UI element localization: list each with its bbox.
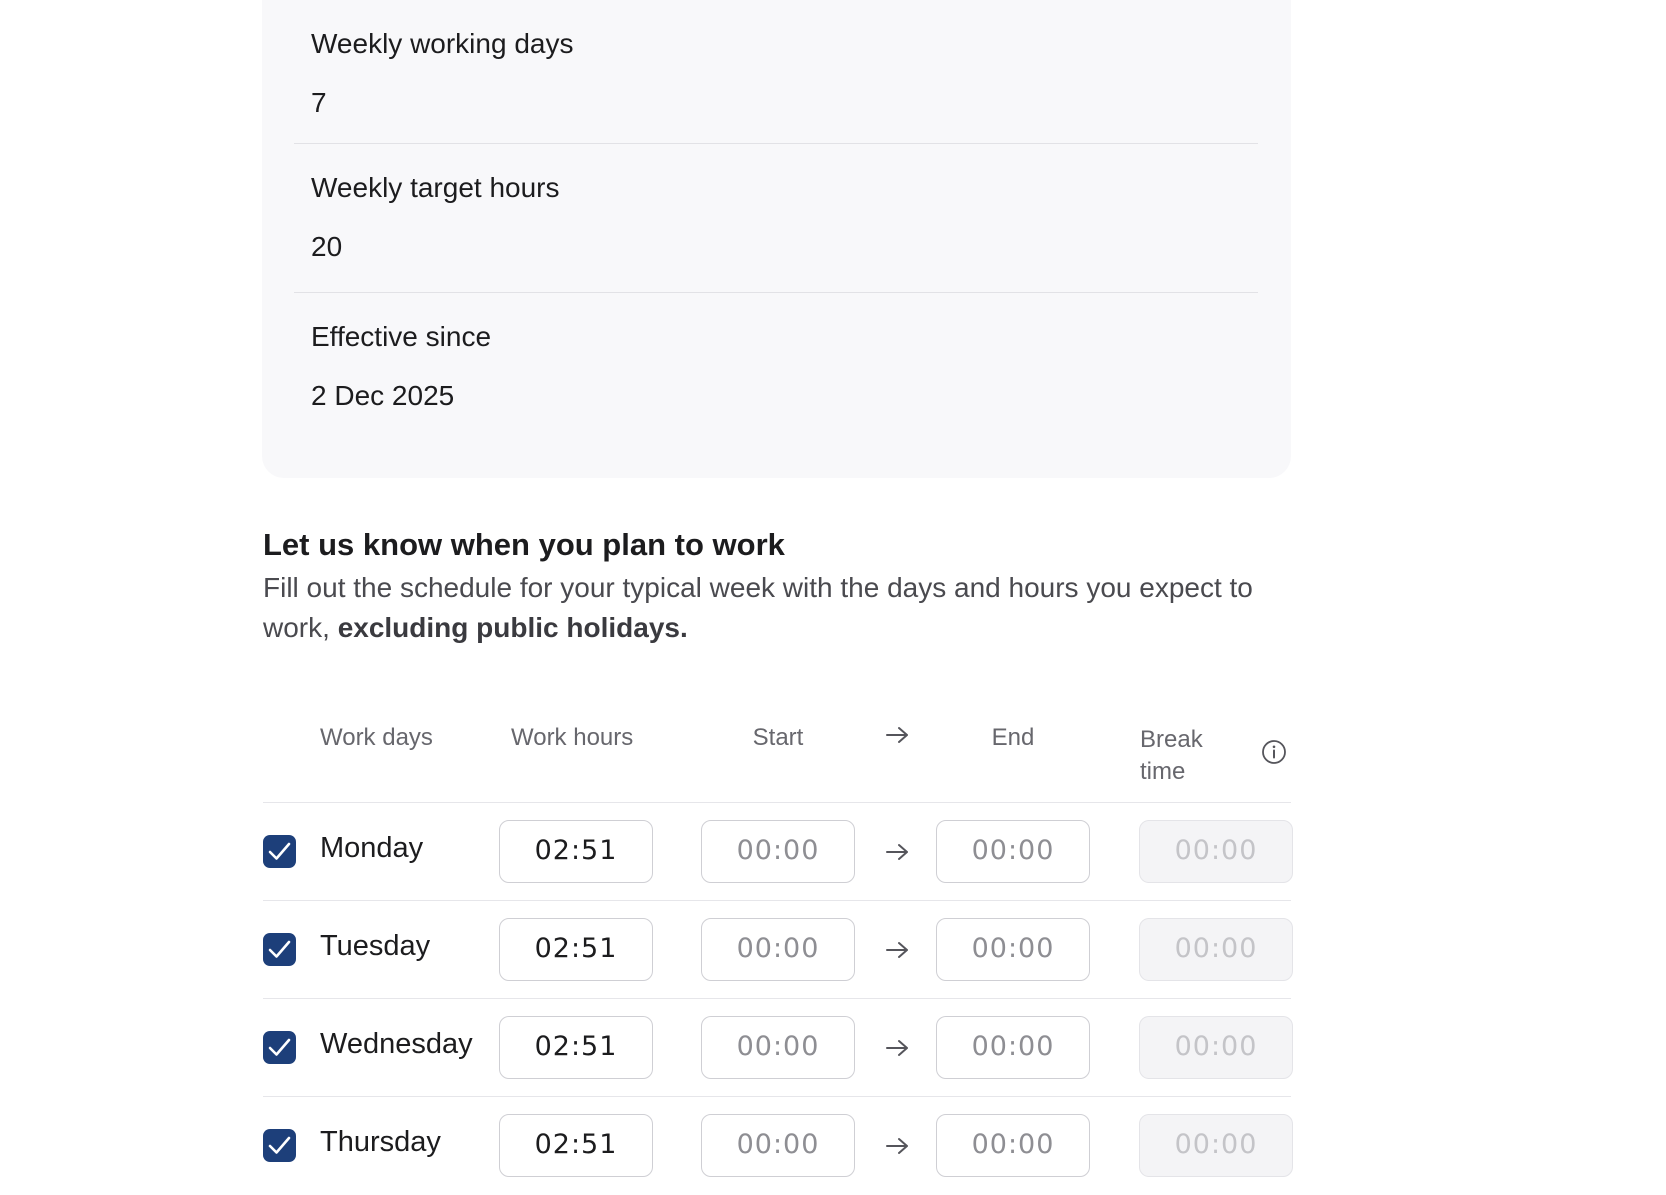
header-break-time: Break time <box>1140 724 1203 788</box>
summary-label: Weekly working days <box>311 28 574 59</box>
header-break-time-line2: time <box>1140 758 1186 785</box>
header-start: Start <box>752 724 804 751</box>
summary-item-effective-since: Effective since 2 Dec 2025 <box>294 293 1258 441</box>
schedule-row-thursday: Thursday 02:51 00:00 00:00 00:00 <box>0 1097 1666 1195</box>
summary-label: Weekly target hours <box>311 172 560 203</box>
checkmark-icon <box>268 1136 291 1154</box>
arrow-right-icon <box>886 1040 908 1056</box>
arrow-right-icon <box>886 727 908 743</box>
schedule-title: Let us know when you plan to work <box>263 527 785 562</box>
checkmark-icon <box>268 1038 291 1056</box>
start-time-field[interactable]: 00:00 <box>701 1114 855 1177</box>
schedule-row-monday: Monday 02:51 00:00 00:00 00:00 <box>0 803 1666 901</box>
work-hours-field[interactable]: 02:51 <box>499 1114 653 1177</box>
summary-value: 7 <box>311 87 327 118</box>
end-time-field[interactable]: 00:00 <box>936 1114 1090 1177</box>
break-time-field: 00:00 <box>1139 918 1293 981</box>
start-time-field[interactable]: 00:00 <box>701 1016 855 1079</box>
info-icon[interactable] <box>1261 739 1287 765</box>
arrow-right-icon <box>886 942 908 958</box>
schedule-description-emphasis: excluding public holidays. <box>337 612 688 643</box>
end-time-field[interactable]: 00:00 <box>936 918 1090 981</box>
schedule-row-tuesday: Tuesday 02:51 00:00 00:00 00:00 <box>0 901 1666 999</box>
day-name: Tuesday <box>320 930 431 962</box>
summary-item-weekly-working-days: Weekly working days 7 <box>294 0 1258 144</box>
start-time-field[interactable]: 00:00 <box>701 820 855 883</box>
header-end: End <box>991 724 1035 751</box>
summary-value: 20 <box>311 231 343 262</box>
wednesday-checkbox[interactable] <box>263 1031 296 1064</box>
schedule-description: Fill out the schedule for your typical w… <box>263 568 1303 648</box>
break-time-field: 00:00 <box>1139 1114 1293 1177</box>
end-time-field[interactable]: 00:00 <box>936 1016 1090 1079</box>
arrow-right-icon <box>886 1138 908 1154</box>
summary-label: Effective since <box>311 321 492 352</box>
end-time-field[interactable]: 00:00 <box>936 820 1090 883</box>
work-hours-field[interactable]: 02:51 <box>499 918 653 981</box>
monday-checkbox[interactable] <box>263 835 296 868</box>
start-time-field[interactable]: 00:00 <box>701 918 855 981</box>
day-name: Monday <box>320 832 424 864</box>
tuesday-checkbox[interactable] <box>263 933 296 966</box>
work-hours-field[interactable]: 02:51 <box>499 1016 653 1079</box>
summary-item-weekly-target-hours: Weekly target hours 20 <box>294 144 1258 293</box>
day-name: Wednesday <box>320 1028 473 1060</box>
summary-value: 2 Dec 2025 <box>311 380 455 411</box>
arrow-right-icon <box>886 844 908 860</box>
work-hours-field[interactable]: 02:51 <box>499 820 653 883</box>
break-time-field: 00:00 <box>1139 1016 1293 1079</box>
working-time-summary-card: Weekly working days 7 Weekly target hour… <box>262 0 1291 478</box>
checkmark-icon <box>268 940 291 958</box>
break-time-field: 00:00 <box>1139 820 1293 883</box>
thursday-checkbox[interactable] <box>263 1129 296 1162</box>
header-break-time-line1: Break <box>1140 726 1203 753</box>
schedule-row-wednesday: Wednesday 02:51 00:00 00:00 00:00 <box>0 999 1666 1097</box>
day-name: Thursday <box>320 1126 441 1158</box>
header-work-days: Work days <box>320 724 433 751</box>
header-work-hours: Work hours <box>511 724 634 751</box>
checkmark-icon <box>268 842 291 860</box>
